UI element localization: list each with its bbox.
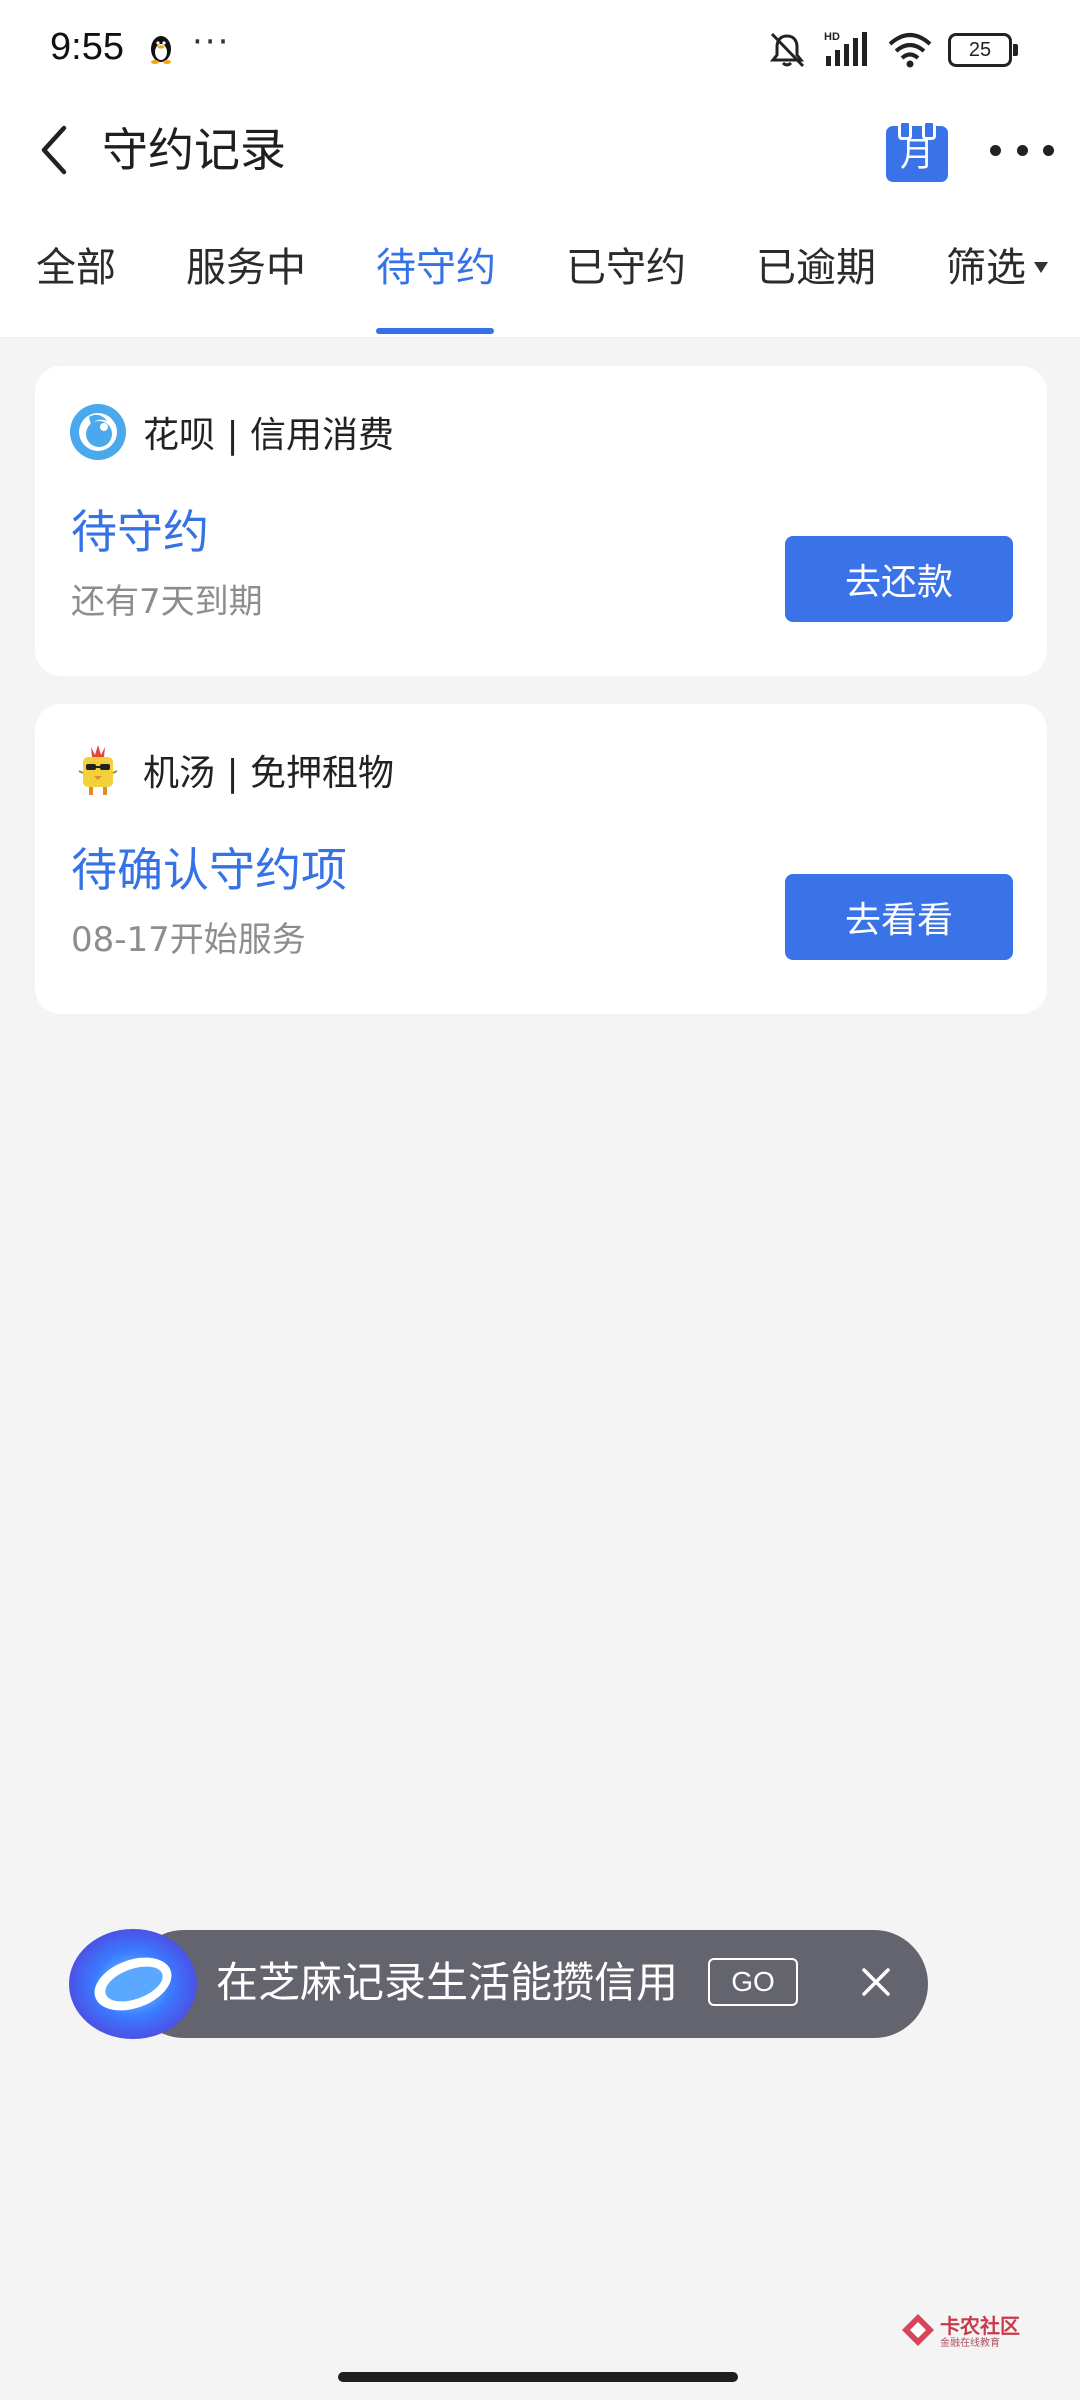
view-button[interactable]: 去看看	[785, 874, 1013, 960]
chevron-left-icon	[41, 125, 67, 175]
more-options-button[interactable]	[990, 130, 1054, 170]
card-header: 机汤 | 免押租物	[69, 740, 394, 800]
close-icon[interactable]	[856, 1962, 896, 2002]
watermark-logo-icon	[902, 2314, 934, 2346]
caret-down-icon	[1034, 261, 1048, 273]
watermark: 卡农社区 金融在线教育	[900, 2310, 1020, 2352]
tab-in-service[interactable]: 服务中	[186, 244, 306, 292]
filter-tabs: 全部 服务中 待守约 已守约 已逾期 筛选	[0, 204, 1080, 338]
status-indicators: HD 25	[766, 30, 1018, 70]
more-dot-icon	[1043, 144, 1054, 156]
promo-banner-text: 在芝麻记录生活能攒信用	[216, 1958, 679, 2007]
calendar-ring-right	[922, 120, 936, 140]
svg-text:HD: HD	[824, 31, 840, 43]
back-button[interactable]	[22, 118, 86, 182]
jitang-mascot-icon	[78, 745, 118, 795]
page-title: 守约记录	[102, 123, 286, 177]
calendar-month-button[interactable]: 月	[886, 120, 948, 182]
qq-penguin-icon	[151, 36, 171, 64]
calendar-icon: 月	[886, 126, 948, 182]
tab-filter[interactable]: 筛选	[946, 244, 1048, 292]
repay-button[interactable]: 去还款	[785, 536, 1013, 622]
status-bar: 9:55 ··· HD 25	[0, 0, 1080, 100]
huabei-logo-icon	[70, 404, 126, 460]
card-status: 待确认守约项	[71, 843, 347, 897]
status-time: 9:55	[50, 26, 124, 68]
tab-overdue[interactable]: 已逾期	[756, 244, 876, 292]
card-status: 待守约	[71, 505, 209, 559]
cellular-signal-icon: HD	[824, 31, 867, 66]
card-source: 花呗 | 信用消费	[143, 415, 395, 456]
tab-fulfilled[interactable]: 已守约	[566, 244, 686, 292]
tab-all[interactable]: 全部	[36, 244, 116, 292]
tab-pending[interactable]: 待守约	[376, 244, 496, 292]
card-detail: 08-17开始服务	[71, 920, 306, 960]
bell-muted-icon	[769, 32, 805, 68]
promo-go-button[interactable]: GO	[708, 1958, 798, 2006]
home-indicator[interactable]	[338, 2372, 738, 2382]
record-card[interactable]: 机汤 | 免押租物 待确认守约项 08-17开始服务 去看看	[35, 704, 1047, 1014]
sesame-logo-icon	[69, 1929, 197, 2039]
card-header: 花呗 | 信用消费	[69, 402, 394, 462]
calendar-ring-left	[898, 120, 912, 140]
tab-filter-label: 筛选	[946, 245, 1026, 291]
record-card[interactable]: 花呗 | 信用消费 待守约 还有7天到期 去还款	[35, 366, 1047, 676]
watermark-subtitle: 金融在线教育	[940, 2338, 1000, 2349]
more-dot-icon	[990, 144, 1001, 156]
card-source: 机汤 | 免押租物	[143, 753, 395, 794]
battery-indicator: 25	[948, 33, 1018, 67]
card-detail: 还有7天到期	[71, 582, 263, 622]
active-tab-indicator	[376, 328, 494, 334]
status-overflow-icon: ···	[192, 22, 231, 62]
wifi-icon	[888, 33, 932, 68]
more-dot-icon	[1016, 144, 1028, 156]
title-bar: 守约记录 月	[0, 100, 1080, 204]
